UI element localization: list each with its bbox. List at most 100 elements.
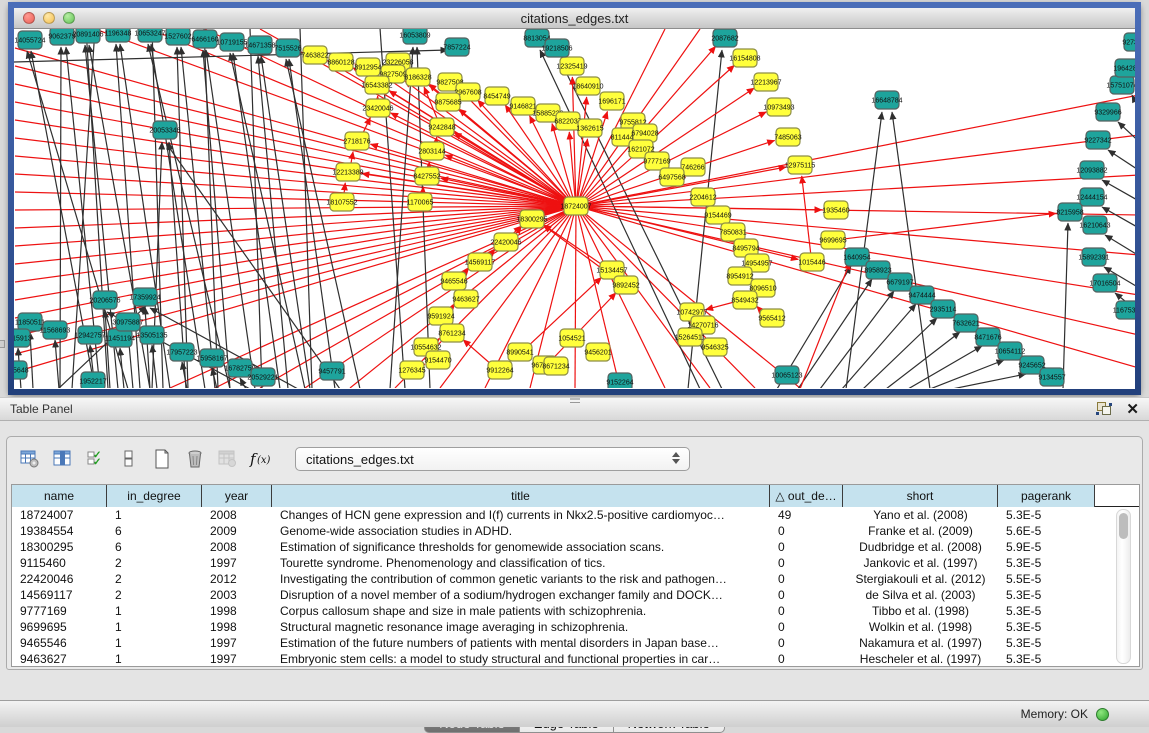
table-row[interactable]: 1456911722003Disruption of a novel membe…	[12, 587, 1139, 603]
table-row[interactable]: 1938455462009Genome-wide association stu…	[12, 523, 1139, 539]
network-node[interactable]: 9154469	[704, 206, 731, 224]
network-node[interactable]: 12975115	[785, 156, 816, 174]
network-node[interactable]: 7632621	[952, 314, 979, 332]
network-node[interactable]: 10065123	[771, 366, 802, 384]
network-node[interactable]: 9892452	[612, 276, 639, 294]
delete-table-button[interactable]	[182, 446, 208, 472]
network-node[interactable]: 15264511	[675, 328, 706, 346]
network-node[interactable]: 9912264	[486, 361, 513, 379]
network-node[interactable]: 1015446	[798, 253, 825, 271]
network-node[interactable]: 6466160	[191, 30, 218, 48]
function-builder-button[interactable]: f(x)	[248, 446, 274, 472]
network-table-select[interactable]: citations_edges.txt	[295, 447, 690, 471]
network-node[interactable]: 9152264	[606, 373, 633, 388]
network-node[interactable]: 1964287	[1113, 59, 1135, 77]
network-node[interactable]: 1170065	[407, 193, 434, 211]
network-node[interactable]: 17957223	[166, 343, 197, 361]
network-node[interactable]: 18640910	[572, 77, 603, 95]
table-row[interactable]: 1872400712008Changes of HCN gene express…	[12, 507, 1139, 523]
network-node[interactable]: 2204612	[689, 188, 716, 206]
network-node[interactable]: 8761234	[438, 324, 465, 342]
network-node[interactable]: 12093882	[1076, 161, 1107, 179]
network-node[interactable]: 8549432	[731, 291, 758, 309]
column-header-short[interactable]: short	[843, 485, 998, 507]
network-node[interactable]: 9329966	[1094, 103, 1121, 121]
network-node[interactable]: 7850831	[719, 223, 746, 241]
column-select-button[interactable]	[50, 446, 76, 472]
network-node[interactable]: 9154470	[424, 351, 451, 369]
close-panel-icon[interactable]: ✕	[1126, 402, 1139, 417]
network-node[interactable]: 8990541	[506, 343, 533, 361]
network-node[interactable]: 7515526	[274, 39, 301, 57]
table-row[interactable]: 969969511998Structural magnetic resonanc…	[12, 619, 1139, 635]
network-node[interactable]: 8671234	[542, 357, 569, 375]
new-table-button[interactable]	[149, 446, 175, 472]
network-node[interactable]: 15892391	[1078, 248, 1109, 266]
network-node[interactable]: 14569117	[465, 253, 496, 271]
network-node[interactable]: 20891406	[72, 29, 103, 43]
network-node[interactable]: 20529221	[247, 368, 278, 386]
network-node[interactable]: 10653247	[134, 29, 165, 42]
network-node[interactable]: 11451194	[105, 329, 135, 347]
network-node[interactable]: 2803144	[418, 142, 445, 160]
network-node[interactable]: 1696171	[598, 92, 625, 110]
network-node[interactable]: 10719155	[216, 33, 247, 51]
checklist-button[interactable]: ✓✓	[83, 446, 109, 472]
network-node[interactable]: 1527602	[164, 29, 191, 45]
network-node[interactable]: 1935460	[822, 201, 849, 219]
network-node[interactable]: 9591924	[427, 307, 454, 325]
network-node[interactable]: 8186328	[404, 68, 431, 86]
network-node[interactable]: 8471676	[974, 328, 1001, 346]
table-row[interactable]: 2242004622012Investigating the contribut…	[12, 571, 1139, 587]
network-node[interactable]: 6679197	[886, 273, 913, 291]
import-table-button[interactable]	[215, 446, 241, 472]
network-node[interactable]: 17016504	[1089, 274, 1120, 292]
network-node[interactable]: 12325419	[556, 57, 587, 75]
network-node[interactable]: 16543382	[361, 76, 392, 94]
table-row[interactable]: 977716911998Corpus callosum shape and si…	[12, 603, 1139, 619]
network-node[interactable]: 9565412	[758, 309, 785, 327]
network-node[interactable]: 8954912	[726, 267, 753, 285]
column-header-name[interactable]: name	[12, 485, 107, 507]
network-node[interactable]: 8427552	[413, 167, 440, 185]
network-node[interactable]: 22420046	[490, 233, 521, 251]
network-node[interactable]: 23420046	[362, 99, 393, 117]
network-node[interactable]: 7857224	[443, 38, 470, 56]
float-panel-icon[interactable]	[1096, 401, 1114, 417]
network-node[interactable]: 9134557	[1038, 368, 1065, 386]
network-node[interactable]: 12444154	[1076, 188, 1107, 206]
network-node[interactable]: 12942757	[74, 326, 105, 344]
network-node[interactable]: 16648784	[871, 91, 902, 109]
network-node[interactable]: 3915913	[14, 329, 32, 347]
table-row[interactable]: 1830029562008Estimation of significance …	[12, 539, 1139, 555]
network-node[interactable]: 9463627	[452, 290, 479, 308]
network-node[interactable]: 11675333	[1113, 301, 1135, 319]
network-canvas[interactable]: 1872400774638228860128891295423226058982…	[14, 29, 1135, 388]
network-node[interactable]: 6794028	[631, 124, 658, 142]
network-node[interactable]: 18724007	[560, 197, 591, 215]
network-node[interactable]: 9465546	[440, 272, 467, 290]
network-node[interactable]: 6497568	[658, 168, 685, 186]
network-node[interactable]: 7485063	[774, 128, 801, 146]
column-header-pagerank[interactable]: pagerank	[998, 485, 1095, 507]
network-node[interactable]: 20206576	[89, 291, 120, 309]
network-node[interactable]: 9227342	[1084, 131, 1111, 149]
network-node[interactable]: 12213389	[332, 163, 363, 181]
column-header-title[interactable]: title	[272, 485, 770, 507]
network-node[interactable]: 1362615	[576, 119, 603, 137]
network-node[interactable]: 8912954	[354, 58, 381, 76]
network-node[interactable]: 15958167	[196, 349, 227, 367]
network-node[interactable]: 18300295	[516, 210, 547, 228]
network-node[interactable]: 8860128	[327, 53, 354, 71]
network-node[interactable]: 20053346	[149, 121, 180, 139]
network-node[interactable]: 17359924	[129, 288, 160, 306]
network-node[interactable]: 16053809	[399, 29, 430, 44]
network-node[interactable]: 9875685	[434, 93, 461, 111]
network-node[interactable]: 1276345	[398, 361, 425, 379]
network-node[interactable]: 19218506	[541, 39, 572, 57]
table-row[interactable]: 911546021997Tourette syndrome. Phenomeno…	[12, 555, 1139, 571]
row-height-button[interactable]	[116, 446, 142, 472]
network-node[interactable]: 15751074	[1106, 76, 1135, 94]
network-node[interactable]: 8454749	[483, 87, 510, 105]
network-node[interactable]: 8215958	[1056, 203, 1083, 221]
